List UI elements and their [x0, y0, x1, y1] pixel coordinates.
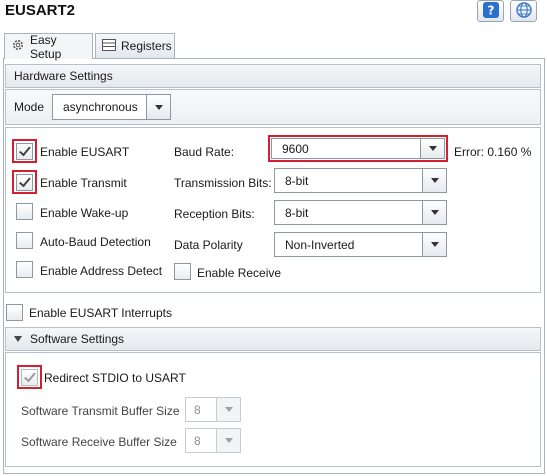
- enable-address-detect-label: Enable Address Detect: [40, 264, 163, 278]
- chevron-down-icon: [430, 242, 439, 247]
- tx-buffer-label: Software Transmit Buffer Size: [21, 404, 180, 418]
- tab-strip: Easy Setup Registers: [3, 32, 545, 61]
- rx-buffer-dropdown-button[interactable]: [216, 429, 240, 452]
- enable-wakeup-label: Enable Wake-up: [40, 206, 129, 220]
- tab-easy-setup-label: Easy Setup: [30, 32, 62, 61]
- reception-bits-value: 8-bit: [285, 205, 309, 220]
- enable-receive-label: Enable Receive: [197, 266, 282, 280]
- baud-rate-label: Baud Rate:: [174, 145, 235, 159]
- tx-buffer-select[interactable]: 8: [185, 397, 241, 422]
- enable-wakeup-checkbox[interactable]: [16, 203, 33, 220]
- enable-transmit-label: Enable Transmit: [40, 176, 127, 190]
- tab-easy-setup[interactable]: Easy Setup: [4, 32, 93, 61]
- redirect-stdio-checkbox[interactable]: [21, 369, 38, 386]
- reception-bits-dropdown-button[interactable]: [422, 201, 446, 224]
- globe-button[interactable]: [510, 0, 537, 22]
- redirect-stdio-label: Redirect STDIO to USART: [44, 371, 186, 385]
- baud-rate-value: 9600: [282, 141, 309, 156]
- mode-select[interactable]: asynchronous: [52, 94, 171, 120]
- baud-rate-select[interactable]: 9600: [271, 138, 445, 159]
- globe-icon: [515, 1, 533, 22]
- help-icon: ?: [482, 1, 500, 22]
- window-title: EUSART2: [5, 2, 76, 19]
- collapse-triangle-icon[interactable]: [14, 336, 22, 342]
- enable-eusart-checkbox[interactable]: [16, 143, 33, 160]
- help-button[interactable]: ?: [477, 0, 504, 22]
- data-polarity-label: Data Polarity: [174, 238, 243, 252]
- enable-address-detect-checkbox[interactable]: [16, 261, 33, 278]
- chevron-down-icon: [430, 178, 439, 183]
- reception-bits-label: Reception Bits:: [174, 207, 255, 221]
- rx-buffer-select[interactable]: 8: [185, 428, 241, 453]
- tx-buffer-dropdown-button[interactable]: [216, 398, 240, 421]
- mode-label: Mode: [14, 100, 45, 114]
- software-settings-header[interactable]: Software Settings: [5, 327, 541, 351]
- svg-text:?: ?: [487, 3, 494, 17]
- data-polarity-value: Non-Inverted: [285, 237, 355, 252]
- enable-interrupts-checkbox[interactable]: [6, 304, 23, 321]
- transmission-bits-label: Transmission Bits:: [174, 176, 272, 190]
- hardware-settings-title: Hardware Settings: [14, 69, 113, 83]
- tx-buffer-value: 8: [194, 402, 201, 417]
- rx-buffer-label: Software Receive Buffer Size: [21, 435, 177, 449]
- enable-receive-checkbox[interactable]: [174, 263, 191, 280]
- enable-interrupts-label: Enable EUSART Interrupts: [29, 306, 172, 320]
- transmission-bits-dropdown-button[interactable]: [422, 169, 446, 192]
- chevron-down-icon: [224, 438, 233, 443]
- data-polarity-dropdown-button[interactable]: [422, 233, 446, 256]
- tab-registers-label: Registers: [121, 39, 172, 53]
- rx-buffer-value: 8: [194, 433, 201, 448]
- mode-dropdown-button[interactable]: [146, 95, 170, 119]
- chevron-down-icon: [428, 146, 437, 151]
- gear-icon: [11, 38, 25, 55]
- transmission-bits-value: 8-bit: [285, 173, 309, 188]
- hardware-settings-header: Hardware Settings: [5, 64, 541, 88]
- tab-registers[interactable]: Registers: [95, 33, 175, 58]
- chevron-down-icon: [430, 210, 439, 215]
- enable-eusart-label: Enable EUSART: [40, 145, 130, 159]
- reception-bits-select[interactable]: 8-bit: [274, 200, 447, 225]
- mode-value: asynchronous: [63, 100, 138, 114]
- baud-rate-error: Error: 0.160 %: [454, 145, 532, 159]
- data-polarity-select[interactable]: Non-Inverted: [274, 232, 447, 257]
- auto-baud-label: Auto-Baud Detection: [40, 235, 151, 249]
- baud-rate-dropdown-button[interactable]: [420, 139, 444, 158]
- transmission-bits-select[interactable]: 8-bit: [274, 168, 447, 193]
- chevron-down-icon: [154, 104, 163, 110]
- chevron-down-icon: [224, 407, 233, 412]
- auto-baud-checkbox[interactable]: [16, 232, 33, 249]
- software-settings-title: Software Settings: [30, 332, 125, 346]
- enable-transmit-checkbox[interactable]: [16, 174, 33, 191]
- register-list-icon: [102, 38, 116, 55]
